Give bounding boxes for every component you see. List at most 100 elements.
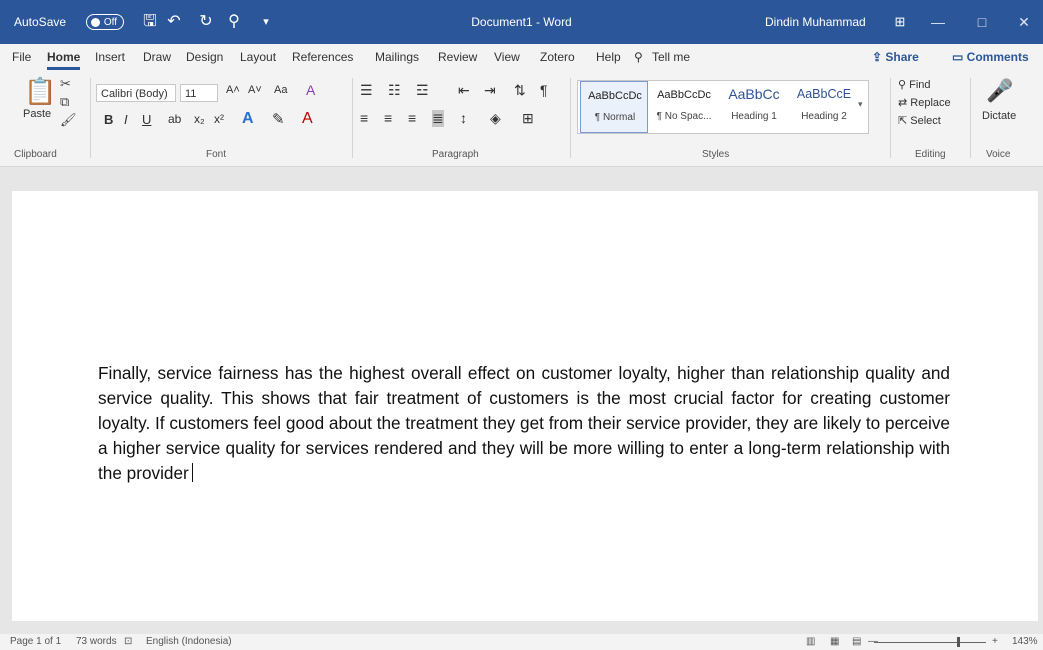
- multilevel-list-icon[interactable]: ☲: [416, 82, 429, 99]
- word-count[interactable]: 73 words: [76, 634, 117, 650]
- select-icon: ⇱: [898, 115, 911, 127]
- find-button[interactable]: ⚲ Find: [898, 78, 931, 91]
- share-button[interactable]: ⇪ Share: [872, 47, 919, 67]
- font-color-icon[interactable]: A: [302, 110, 313, 128]
- replace-label: Replace: [910, 97, 951, 109]
- tab-insert[interactable]: Insert: [95, 44, 125, 70]
- divider: [90, 78, 91, 158]
- style-heading-2[interactable]: AaBbCcE Heading 2: [790, 81, 858, 133]
- paste-button[interactable]: Paste: [23, 108, 51, 120]
- find-label: Find: [909, 79, 931, 91]
- underline-icon[interactable]: U: [142, 112, 151, 127]
- paragraph-group-label: Paragraph: [432, 149, 479, 160]
- shrink-font-icon[interactable]: A˅: [248, 84, 262, 96]
- strikethrough-icon[interactable]: ab: [168, 112, 181, 126]
- comment-icon: ▭: [952, 50, 967, 64]
- shading-icon[interactable]: ◈: [490, 110, 501, 127]
- italic-icon[interactable]: I: [124, 112, 128, 127]
- search-icon[interactable]: ⚲: [634, 44, 643, 70]
- style-sample: AaBbCcDc: [657, 89, 711, 101]
- document-paragraph[interactable]: Finally, service fairness has the highes…: [98, 361, 950, 486]
- clear-formatting-icon[interactable]: A: [306, 82, 315, 98]
- style-sample: AaBbCcDc: [588, 90, 642, 102]
- dictate-button[interactable]: Dictate: [982, 110, 1016, 122]
- justify-icon[interactable]: ≣: [432, 110, 444, 127]
- style-sample: AaBbCcE: [796, 87, 852, 101]
- maximize-button[interactable]: □: [962, 0, 1002, 44]
- tab-review[interactable]: Review: [438, 44, 477, 70]
- grow-font-icon[interactable]: A˄: [226, 84, 240, 96]
- paste-icon[interactable]: 📋: [24, 76, 56, 107]
- tab-zotero[interactable]: Zotero: [540, 44, 575, 70]
- sort-icon[interactable]: ⇅: [514, 82, 526, 99]
- ribbon-display-icon[interactable]: ⊞: [888, 9, 912, 35]
- page-count[interactable]: Page 1 of 1: [10, 634, 61, 650]
- voice-group-label: Voice: [986, 149, 1011, 160]
- format-painter-icon[interactable]: 🖌: [60, 112, 77, 128]
- tab-help[interactable]: Help: [596, 44, 621, 70]
- style-heading-1[interactable]: AaBbCc Heading 1: [720, 81, 788, 133]
- web-layout-icon[interactable]: ▤: [852, 634, 861, 650]
- tab-tell-me[interactable]: Tell me: [652, 44, 690, 70]
- cut-icon[interactable]: ✂: [60, 76, 71, 92]
- tab-mailings[interactable]: Mailings: [375, 44, 419, 70]
- line-spacing-icon[interactable]: ↕: [460, 110, 467, 126]
- share-icon: ⇪: [872, 50, 886, 64]
- gallery-more-icon[interactable]: ▾: [858, 99, 863, 110]
- style-no-spacing[interactable]: AaBbCcDc ¶ No Spac...: [650, 81, 718, 133]
- styles-gallery: AaBbCcDc ¶ Normal AaBbCcDc ¶ No Spac... …: [577, 80, 869, 134]
- tab-draw[interactable]: Draw: [143, 44, 171, 70]
- increase-indent-icon[interactable]: ⇥: [484, 82, 496, 99]
- superscript-icon[interactable]: x²: [214, 112, 224, 126]
- zoom-in-button[interactable]: +: [992, 634, 998, 650]
- tab-file[interactable]: File: [12, 44, 31, 70]
- read-mode-icon[interactable]: ▥: [806, 634, 815, 650]
- zoom-slider[interactable]: [874, 642, 986, 643]
- copy-icon[interactable]: ⧉: [60, 94, 69, 110]
- show-marks-icon[interactable]: ¶: [540, 82, 548, 98]
- borders-icon[interactable]: ⊞: [522, 110, 534, 127]
- clipboard-group-label: Clipboard: [14, 149, 57, 160]
- change-case-button[interactable]: Aa: [274, 84, 287, 96]
- replace-button[interactable]: ⇄ Replace: [898, 96, 951, 109]
- editing-group-label: Editing: [915, 149, 946, 160]
- font-size-box[interactable]: 11: [180, 84, 218, 102]
- zoom-slider-thumb[interactable]: [957, 637, 960, 647]
- bullets-icon[interactable]: ☰: [360, 82, 373, 99]
- minimize-button[interactable]: —: [918, 0, 958, 44]
- replace-icon: ⇄: [898, 97, 911, 109]
- proofing-icon[interactable]: ⊡: [124, 634, 132, 650]
- print-layout-icon[interactable]: ▦: [830, 634, 839, 650]
- select-label: Select: [910, 115, 941, 127]
- align-left-icon[interactable]: ≡: [360, 110, 368, 126]
- font-name-box[interactable]: Calibri (Body): [96, 84, 176, 102]
- zoom-level[interactable]: 143%: [1012, 634, 1038, 650]
- tab-design[interactable]: Design: [186, 44, 223, 70]
- tab-layout[interactable]: Layout: [240, 44, 276, 70]
- page[interactable]: Finally, service fairness has the highes…: [12, 191, 1038, 621]
- text-effects-icon[interactable]: A: [242, 110, 254, 128]
- style-name: Heading 2: [801, 111, 847, 122]
- select-button[interactable]: ⇱ Select: [898, 114, 941, 127]
- user-name[interactable]: Dindin Muhammad: [765, 0, 866, 44]
- divider: [570, 78, 571, 158]
- align-center-icon[interactable]: ≡: [384, 110, 392, 126]
- close-button[interactable]: ✕: [1004, 0, 1043, 44]
- microphone-icon[interactable]: 🎤: [986, 78, 1013, 104]
- tab-view[interactable]: View: [494, 44, 520, 70]
- language[interactable]: English (Indonesia): [146, 634, 232, 650]
- tab-home[interactable]: Home: [47, 44, 81, 70]
- divider: [970, 78, 971, 158]
- style-name: Heading 1: [731, 111, 777, 122]
- bold-icon[interactable]: B: [104, 112, 113, 127]
- style-normal[interactable]: AaBbCcDc ¶ Normal: [580, 81, 648, 133]
- align-right-icon[interactable]: ≡: [408, 110, 416, 126]
- numbering-icon[interactable]: ☷: [388, 82, 401, 99]
- subscript-icon[interactable]: x₂: [194, 112, 205, 126]
- share-label: Share: [885, 50, 919, 64]
- highlight-icon[interactable]: ✎: [272, 110, 285, 128]
- tab-references[interactable]: References: [292, 44, 353, 70]
- title-bar: AutoSave Off 🖫 ↶ ↻ ⚲ ▾ Document1 - Word …: [0, 0, 1043, 44]
- comments-button[interactable]: ▭ Comments: [952, 47, 1029, 67]
- decrease-indent-icon[interactable]: ⇤: [458, 82, 470, 99]
